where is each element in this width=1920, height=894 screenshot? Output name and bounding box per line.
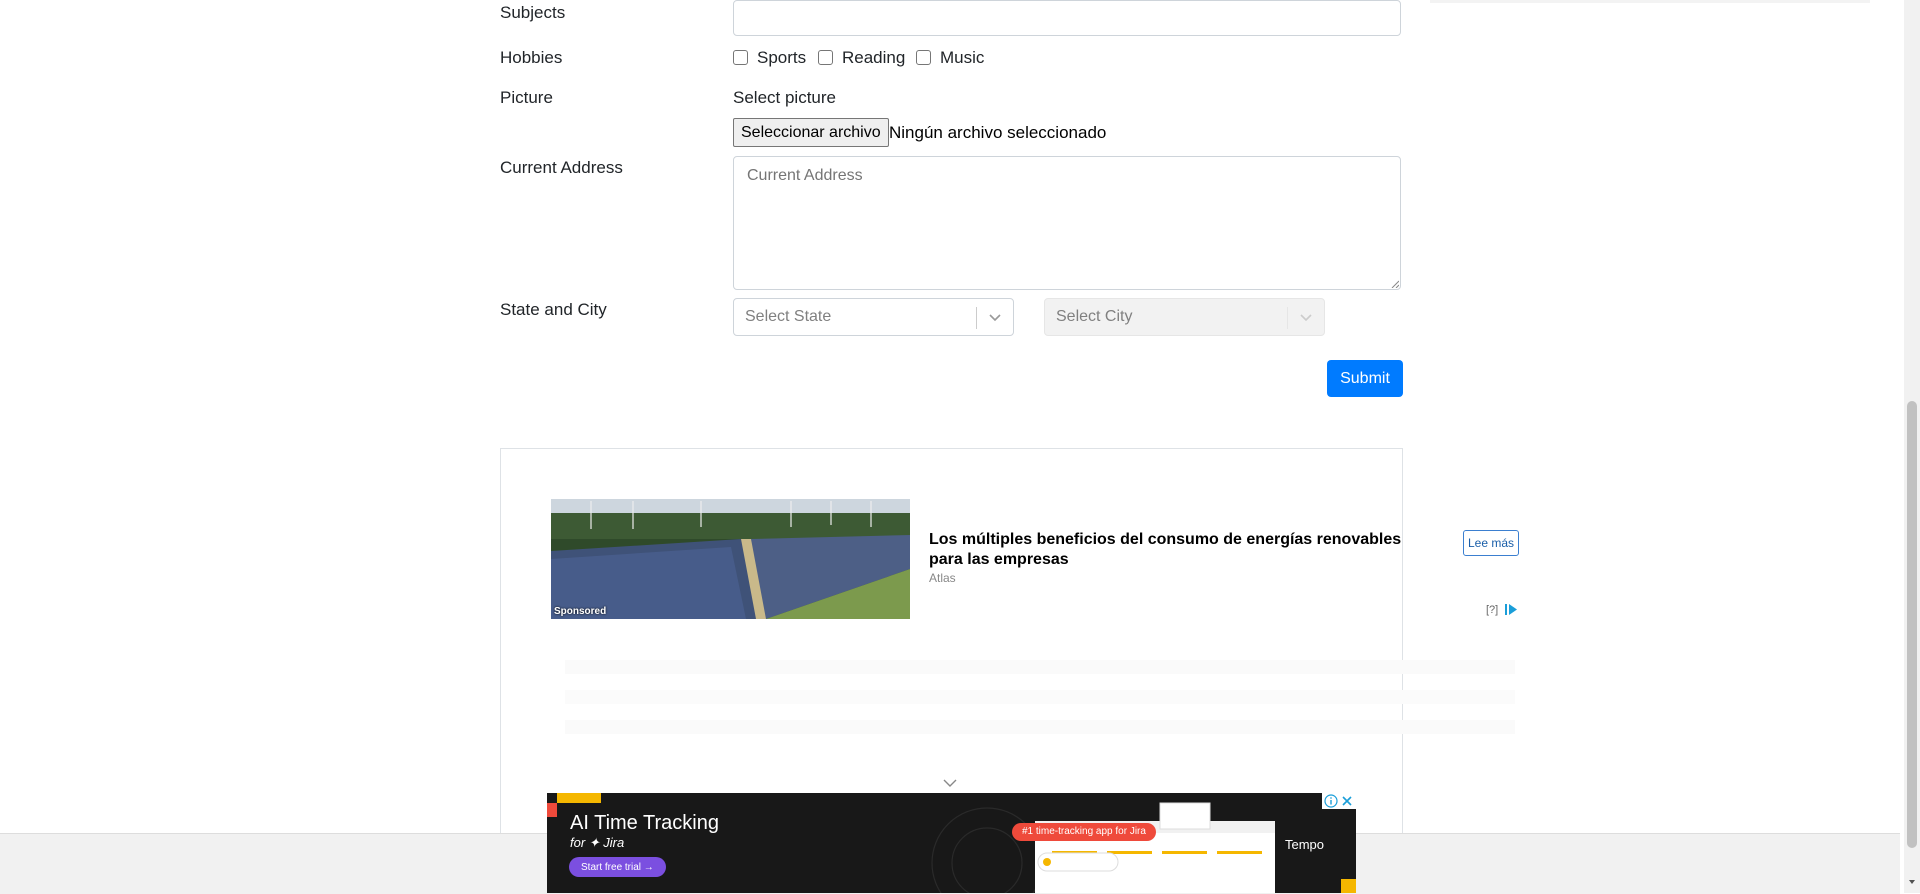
choose-file-button[interactable]: Seleccionar archivo (733, 118, 889, 147)
ad-help-link[interactable]: [?] (1486, 604, 1498, 616)
city-select-placeholder: Select City (1056, 308, 1133, 325)
submit-button[interactable]: Submit (1327, 360, 1403, 397)
banner-controls (1322, 793, 1356, 809)
scroll-down-arrow-icon[interactable] (1908, 878, 1916, 886)
info-icon[interactable] (1324, 794, 1338, 808)
banner-background-art (547, 793, 1356, 893)
adchoices-icon[interactable] (1504, 603, 1519, 616)
city-select[interactable]: Select City (1044, 298, 1325, 336)
music-checkbox-label[interactable]: Music (940, 48, 984, 68)
current-address-label: Current Address (500, 158, 623, 177)
collapse-chevron-icon[interactable] (943, 778, 957, 788)
reading-checkbox[interactable] (818, 50, 833, 65)
state-select[interactable]: Select State (733, 298, 1014, 336)
current-address-textarea[interactable] (733, 156, 1401, 290)
picture-label: Picture (500, 88, 553, 107)
subjects-label: Subjects (500, 3, 566, 22)
scrollbar-thumb[interactable] (1907, 401, 1917, 848)
select-picture-label: Select picture (733, 88, 836, 107)
sports-checkbox-label[interactable]: Sports (757, 48, 806, 68)
ad-placeholder-rows (565, 660, 1515, 734)
ad-landscape-image (551, 499, 910, 619)
hobbies-label: Hobbies (500, 48, 563, 67)
chevron-down-icon[interactable] (987, 309, 1003, 325)
start-free-trial-button[interactable]: Start free trial → (569, 857, 666, 877)
tempo-logo: Tempo (1285, 837, 1325, 852)
file-status-text: Ningún archivo seleccionado (889, 123, 1107, 142)
reading-checkbox-label[interactable]: Reading (842, 48, 905, 68)
ad-read-more-button[interactable]: Lee más (1463, 530, 1519, 556)
sports-checkbox[interactable] (733, 50, 748, 65)
music-checkbox[interactable] (916, 50, 931, 65)
subjects-input[interactable] (733, 0, 1401, 36)
close-icon[interactable] (1340, 794, 1354, 808)
sponsored-badge: Sponsored (554, 606, 607, 617)
city-select-separator (1287, 307, 1288, 329)
ad-title[interactable]: Los múltiples beneficios del consumo de … (929, 530, 1439, 570)
banner-subtitle: for ✦ Jira (570, 835, 625, 850)
state-select-separator (976, 307, 977, 329)
banner-pill: #1 time-tracking app for Jira (1012, 823, 1156, 841)
state-city-label: State and City (500, 300, 607, 319)
state-select-placeholder: Select State (745, 308, 832, 325)
ad-image[interactable]: Sponsored (551, 499, 910, 619)
ad-source[interactable]: Atlas (929, 571, 956, 585)
resize-grip-icon[interactable] (1391, 280, 1399, 288)
banner-title: AI Time Tracking (570, 812, 719, 834)
bottom-banner-ad[interactable]: AI Time Tracking for ✦ Jira Start free t… (547, 793, 1356, 893)
right-column-shadow (1430, 0, 1870, 3)
chevron-down-icon[interactable] (1298, 309, 1314, 325)
